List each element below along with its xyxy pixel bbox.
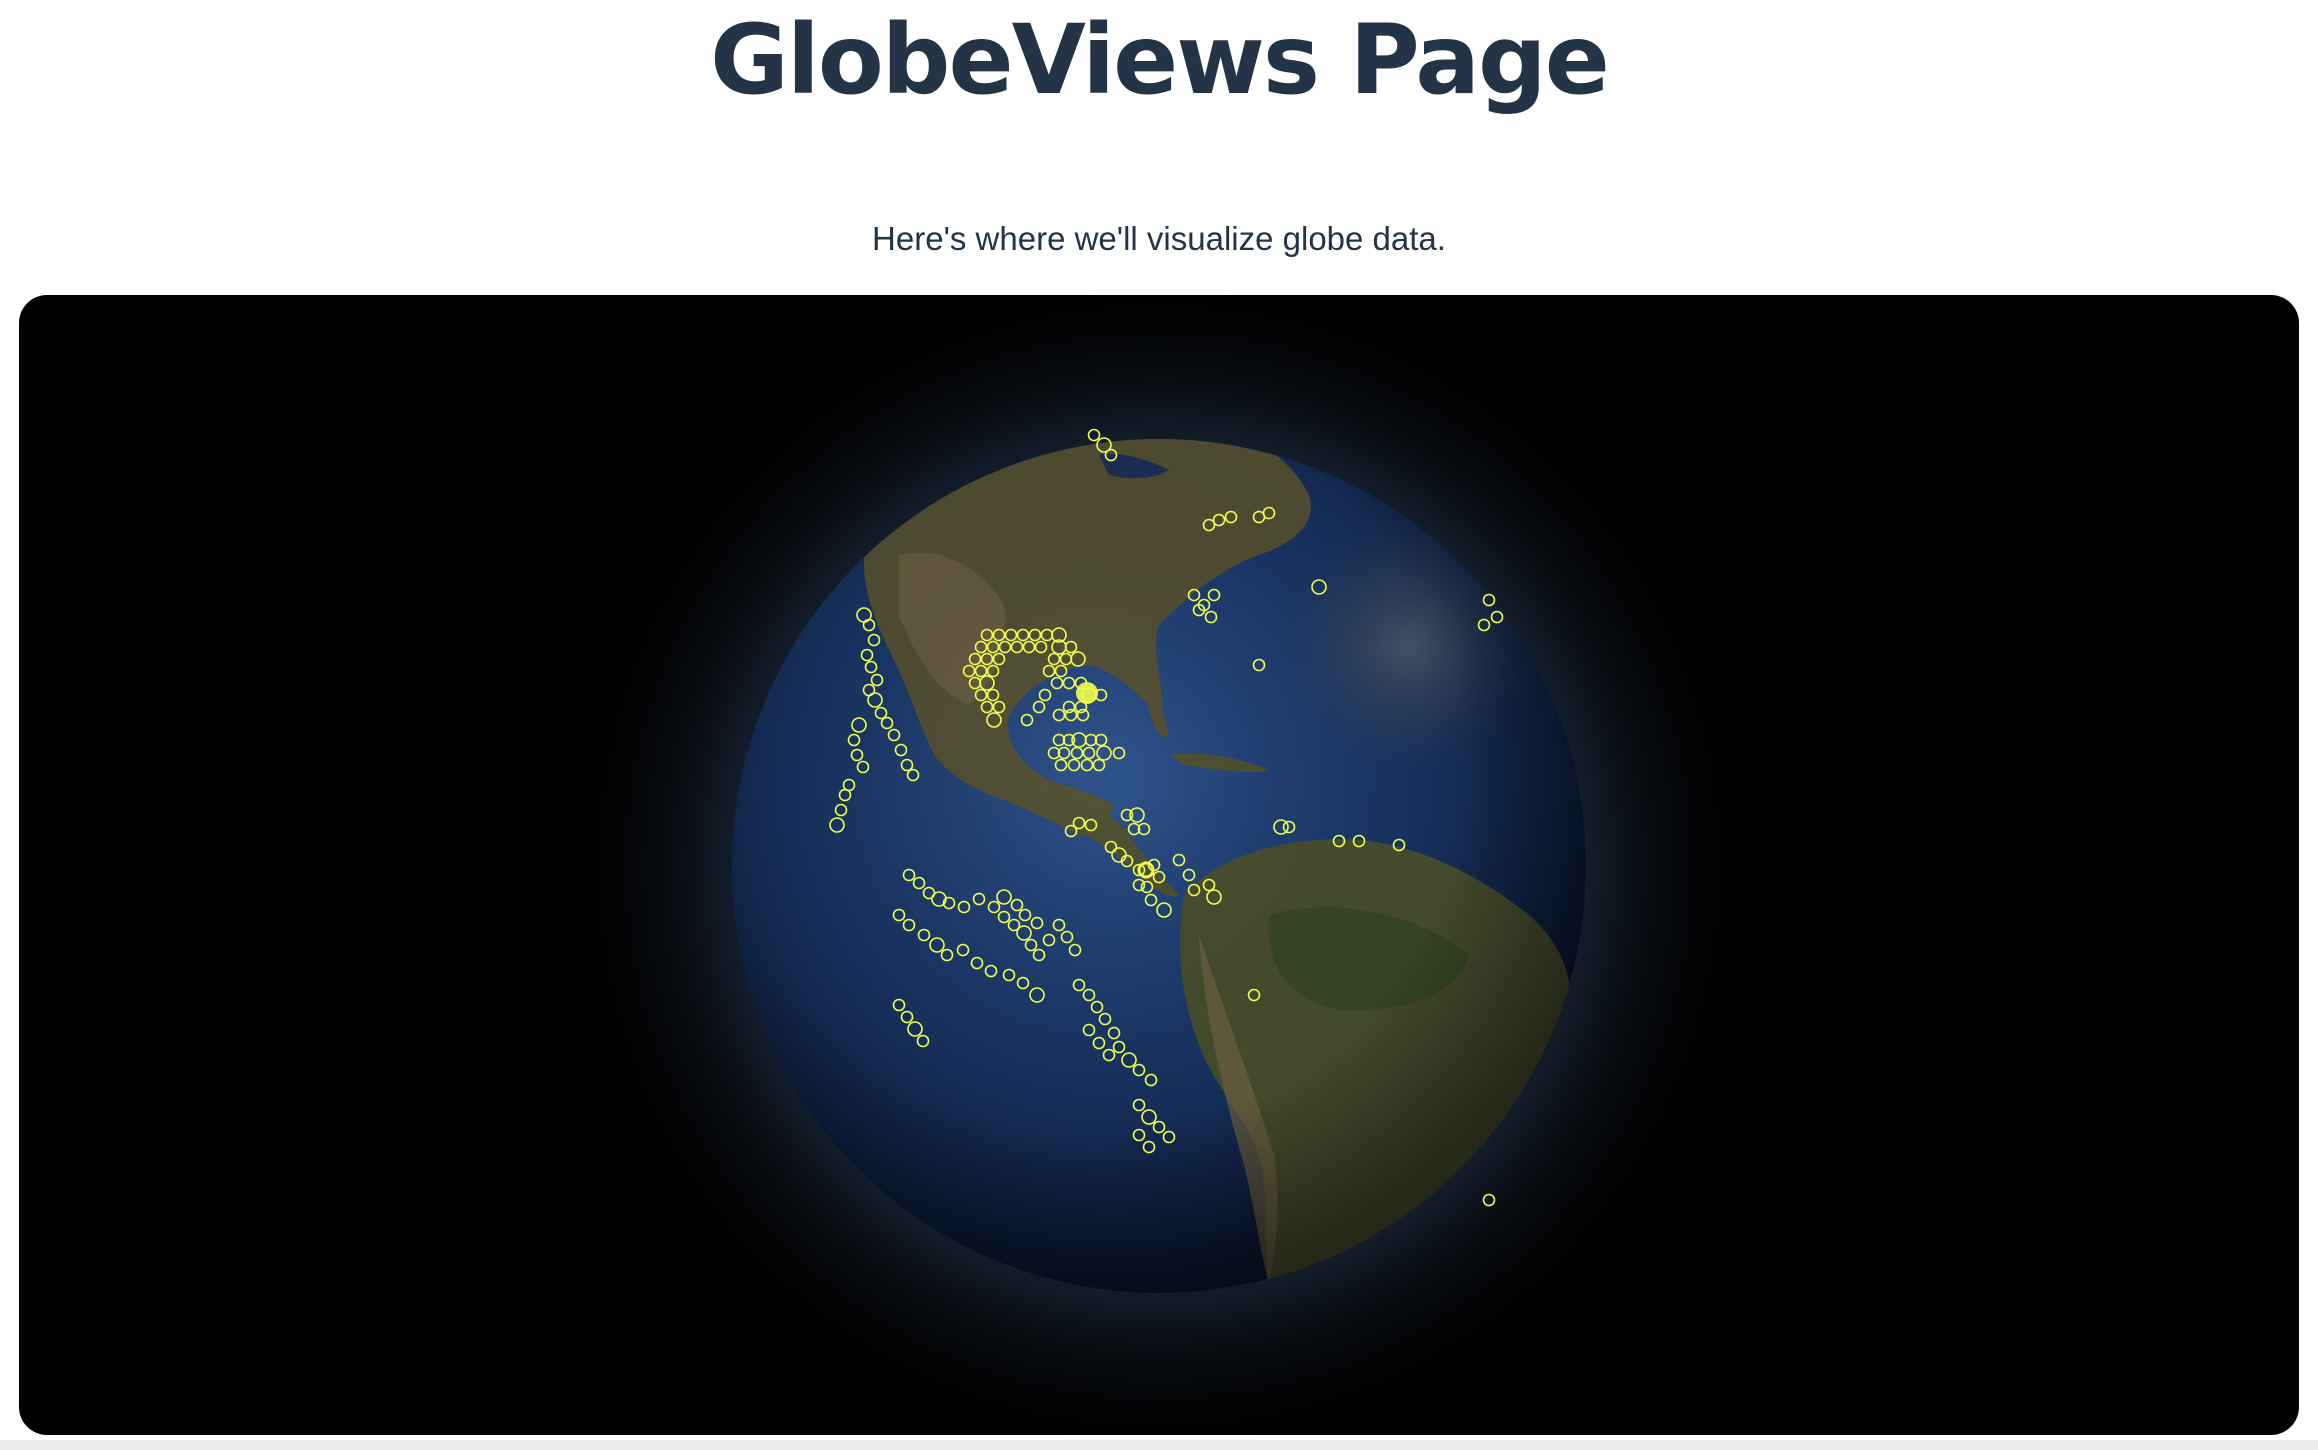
earthquake-hotspot-marker[interactable] — [1076, 682, 1098, 704]
page-title: GlobeViews Page — [710, 4, 1610, 116]
page: GlobeViews Page Here's where we'll visua… — [0, 0, 2318, 1450]
page-subtitle: Here's where we'll visualize globe data. — [872, 220, 1446, 257]
globe-viewer[interactable] — [19, 295, 2299, 1435]
globe-canvas[interactable] — [19, 295, 2299, 1435]
page-footer-strip — [0, 1440, 2318, 1450]
